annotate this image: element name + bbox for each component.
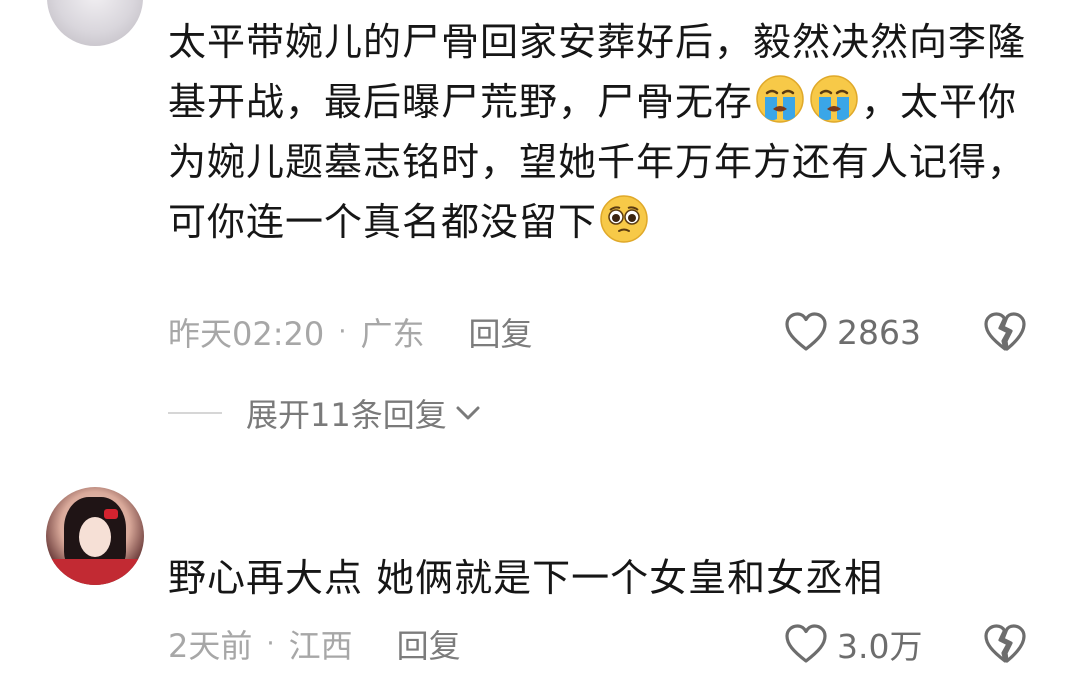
comment-meta: 2天前 · 江西 回复: [168, 619, 461, 669]
broken-heart-icon[interactable]: [983, 311, 1027, 353]
avatar[interactable]: [46, 487, 144, 585]
like-count: 2863: [837, 312, 921, 352]
pleading-face-emoji: [600, 195, 648, 243]
comment-location: 广东: [360, 315, 425, 353]
comment-text: 野心再大点 她俩就是下一个女皇和女丞相: [168, 556, 884, 600]
like-button[interactable]: 2863: [783, 307, 921, 357]
expand-replies-button[interactable]: 展开11条回复: [168, 386, 483, 440]
heart-icon: [785, 624, 827, 663]
reply-button[interactable]: 回复: [397, 621, 461, 667]
like-count: 3.0万: [837, 627, 923, 666]
avatar-shirt: [46, 559, 144, 585]
comment-meta: 昨天02:20 · 广东 回复: [168, 307, 533, 357]
heart-icon: [785, 312, 827, 351]
avatar-face: [79, 517, 111, 557]
avatar-bow: [104, 509, 118, 519]
divider-line: [168, 412, 222, 414]
crying-face-emoji: [756, 75, 804, 123]
comment-location: 江西: [288, 627, 353, 665]
expand-replies-label: 展开11条回复: [246, 396, 447, 434]
crying-face-emoji: [810, 75, 858, 123]
comment-time: 昨天02:20: [168, 315, 325, 353]
separator-dot: ·: [266, 629, 275, 659]
broken-heart-icon[interactable]: [983, 623, 1027, 665]
separator-dot: ·: [338, 317, 347, 347]
reply-button[interactable]: 回复: [469, 309, 533, 355]
chevron-down-icon: [456, 406, 480, 420]
avatar[interactable]: [47, 0, 143, 46]
like-button[interactable]: 3.0万: [783, 619, 922, 669]
comment-text: 太平带婉儿的尸骨回家安葬好后，毅然决然向李隆基开战，最后曝尸荒野，尸骨无存 ，太…: [168, 12, 1038, 252]
comment-time: 2天前: [168, 627, 253, 665]
